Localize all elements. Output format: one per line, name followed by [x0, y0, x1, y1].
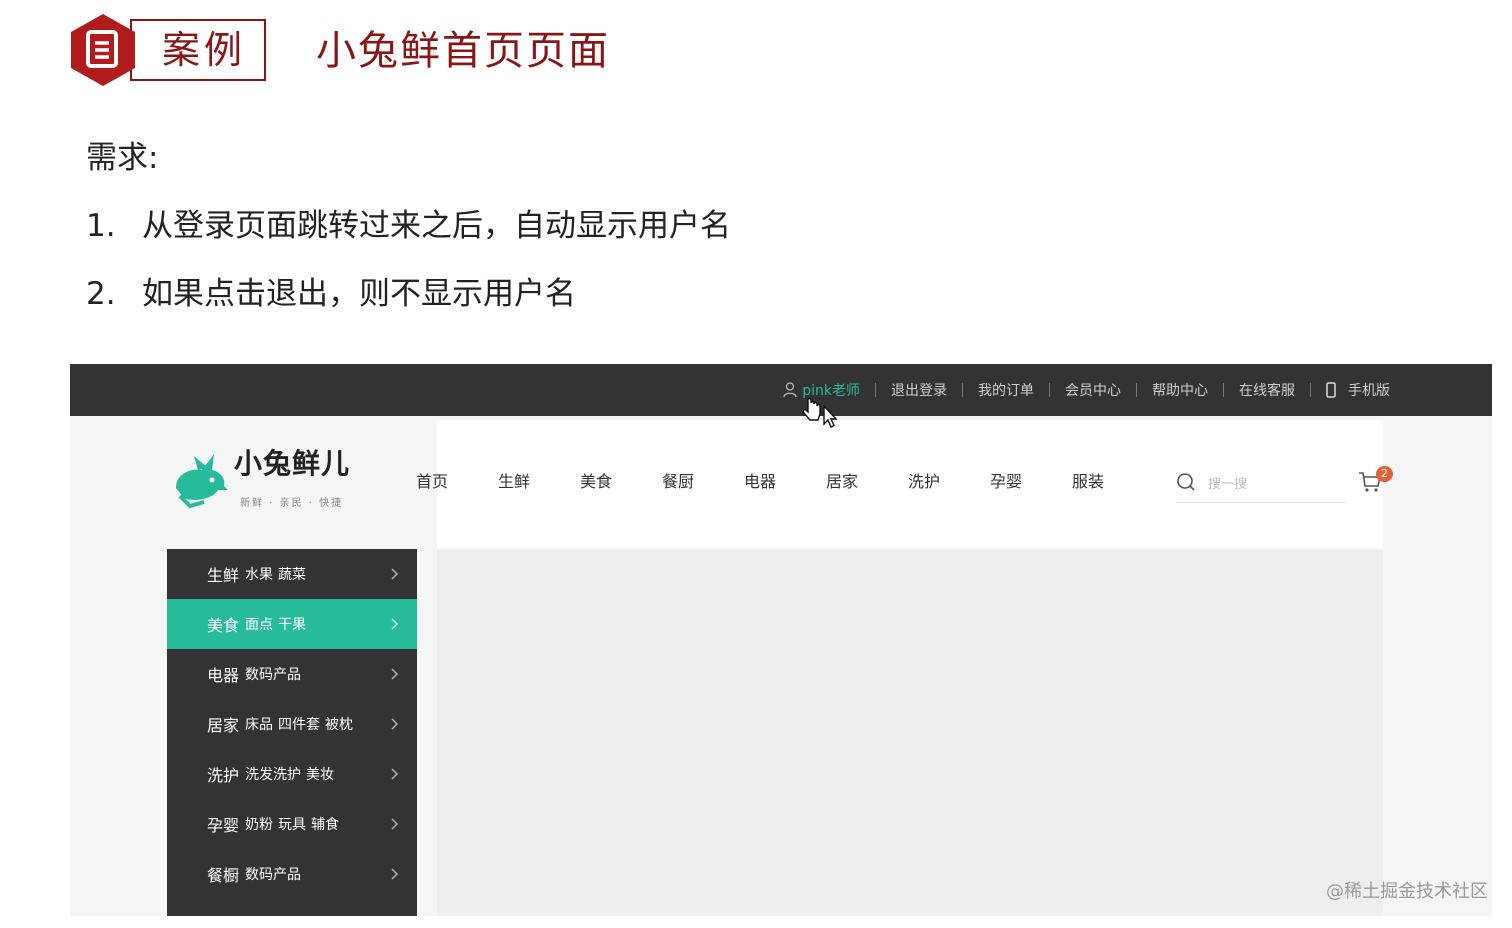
category-sub-label: 面点	[245, 617, 274, 633]
category-sub-label: 奶粉	[245, 817, 274, 833]
category-sub-label: 床品	[245, 717, 274, 733]
category-main-label: 美食	[207, 616, 240, 635]
requirement-text: 如果点击退出，则不显示用户名	[142, 276, 576, 312]
case-badge: 案例	[68, 12, 268, 88]
category-sub-label: 水果	[245, 567, 274, 583]
category-main-label: 孕婴	[207, 816, 240, 835]
nav-item-fresh[interactable]: 生鲜	[498, 470, 580, 494]
category-sub-labels: 数码产品	[245, 864, 306, 884]
my-orders-link[interactable]: 我的订单	[978, 380, 1034, 400]
slide-title: 小兔鲜首页页面	[316, 28, 610, 74]
site-topbar: pink老师 退出登录 我的订单 会员中心 帮助中心 在线客服 手机版	[70, 364, 1492, 416]
logo-name: 小兔鲜儿	[234, 447, 351, 480]
requirement-text: 从登录页面跳转过来之后，自动显示用户名	[142, 208, 731, 244]
category-sub-labels: 床品 四件套 被枕	[245, 714, 358, 734]
chevron-right-icon	[391, 768, 398, 780]
rabbit-logo-icon	[176, 454, 228, 509]
category-item-appliance[interactable]: 电器 数码产品	[167, 649, 417, 699]
chevron-right-icon	[391, 718, 398, 730]
category-main-label: 居家	[207, 716, 240, 735]
requirement-number: 2.	[86, 276, 116, 312]
site-screenshot: pink老师 退出登录 我的订单 会员中心 帮助中心 在线客服 手机版 小兔鲜儿…	[70, 364, 1492, 916]
site-logo[interactable]: 小兔鲜儿 新鲜 · 亲民 · 快捷	[168, 444, 368, 514]
category-sub-label: 干果	[278, 617, 307, 633]
category-sub-label: 蔬菜	[278, 567, 307, 583]
category-sub-label: 数码产品	[245, 667, 302, 683]
category-sub-label: 洗发洗护	[245, 767, 302, 783]
category-sub-labels: 水果 蔬菜	[245, 564, 311, 584]
topbar-divider	[1310, 383, 1311, 397]
nav-item-appliance[interactable]: 电器	[744, 470, 826, 494]
category-sub-labels: 数码产品	[245, 664, 306, 684]
requirement-item: 1. 从登录页面跳转过来之后，自动显示用户名	[86, 206, 731, 246]
cart-count-badge: 2	[1376, 466, 1393, 482]
category-item-baby[interactable]: 孕婴 奶粉 玩具 辅食	[167, 799, 417, 849]
hand-cursor-icon	[802, 397, 838, 428]
search-icon[interactable]	[1176, 472, 1196, 492]
nav-item-kitchen[interactable]: 餐厨	[662, 470, 744, 494]
category-main-label: 餐橱	[207, 866, 240, 885]
category-sub-labels: 奶粉 玩具 辅食	[245, 814, 344, 834]
nav-item-care[interactable]: 洗护	[908, 470, 990, 494]
chevron-right-icon	[391, 618, 398, 630]
logout-link[interactable]: 退出登录	[891, 380, 947, 400]
category-item-cupboard[interactable]: 餐橱 数码产品	[167, 849, 417, 899]
online-service-link[interactable]: 在线客服	[1239, 380, 1295, 400]
mobile-link-label: 手机版	[1348, 383, 1390, 399]
category-sub-labels: 洗发洗护 美妆	[245, 764, 339, 784]
category-sub-label: 被枕	[325, 717, 354, 733]
category-item-care[interactable]: 洗护 洗发洗护 美妆	[167, 749, 417, 799]
chevron-right-icon	[391, 668, 398, 680]
nav-item-clothing[interactable]: 服装	[1072, 470, 1154, 494]
category-main-label: 生鲜	[207, 566, 240, 585]
nav-item-home[interactable]: 首页	[416, 470, 498, 494]
category-main-label: 洗护	[207, 766, 240, 785]
category-sub-label: 辅食	[311, 817, 340, 833]
member-center-link[interactable]: 会员中心	[1065, 380, 1121, 400]
requirement-item: 2. 如果点击退出，则不显示用户名	[86, 274, 576, 314]
category-item-food[interactable]: 美食 面点 干果	[167, 599, 417, 649]
category-item-fresh[interactable]: 生鲜 水果 蔬菜	[167, 549, 417, 599]
search-box	[1176, 468, 1346, 503]
topbar-divider	[875, 383, 876, 397]
case-badge-label: 案例	[162, 28, 247, 72]
category-sub-label: 数码产品	[245, 867, 302, 883]
topbar-divider	[1136, 383, 1137, 397]
nav-item-home-goods[interactable]: 居家	[826, 470, 908, 494]
watermark: @稀土掘金技术社区	[1326, 881, 1488, 902]
topbar-divider	[1049, 383, 1050, 397]
phone-icon	[1326, 382, 1336, 398]
topbar-links: pink老师 退出登录 我的订单 会员中心 帮助中心 在线客服 手机版	[783, 364, 1390, 416]
logo-tagline: 新鲜 · 亲民 · 快捷	[240, 498, 344, 509]
category-sub-label: 玩具	[278, 817, 307, 833]
search-input[interactable]	[1206, 470, 1340, 498]
category-sub-labels: 面点 干果	[245, 614, 311, 634]
category-menu: 生鲜 水果 蔬菜 美食 面点 干果 电器 数码产品 居家 床品 四件套 被枕 洗护 洗发…	[167, 549, 417, 916]
cart-button[interactable]: 2	[1358, 466, 1398, 500]
banner-area[interactable]	[437, 550, 1383, 916]
category-main-label: 电器	[207, 666, 240, 685]
chevron-right-icon	[391, 868, 398, 880]
main-nav: 首页 生鲜 美食 餐厨 电器 居家 洗护 孕婴 服装	[416, 470, 1154, 494]
topbar-divider	[1223, 383, 1224, 397]
category-sub-label: 四件套	[278, 717, 321, 733]
nav-item-food[interactable]: 美食	[580, 470, 662, 494]
document-icon	[71, 14, 135, 86]
requirements-heading: 需求:	[86, 140, 159, 176]
user-icon	[783, 382, 797, 398]
topbar-divider	[962, 383, 963, 397]
category-item-home-goods[interactable]: 居家 床品 四件套 被枕	[167, 699, 417, 749]
category-sub-label: 美妆	[306, 767, 335, 783]
nav-item-baby[interactable]: 孕婴	[990, 470, 1072, 494]
chevron-right-icon	[391, 568, 398, 580]
chevron-right-icon	[391, 818, 398, 830]
mobile-link[interactable]: 手机版	[1326, 380, 1390, 400]
help-center-link[interactable]: 帮助中心	[1152, 380, 1208, 400]
requirement-number: 1.	[86, 208, 116, 244]
